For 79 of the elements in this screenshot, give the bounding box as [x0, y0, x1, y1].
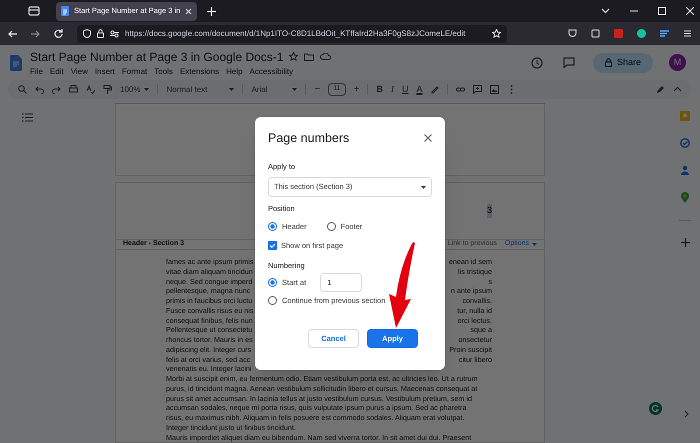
menu-item[interactable]: Format	[122, 66, 148, 78]
share-button[interactable]: Share	[592, 52, 653, 72]
radio-button[interactable]	[326, 222, 336, 232]
dialog-title: Page numbers	[268, 130, 350, 147]
menu-item[interactable]: Edit	[50, 66, 64, 78]
underline-button[interactable]: U	[402, 82, 408, 96]
caret-icon	[421, 186, 426, 188]
maximize-icon[interactable]	[658, 7, 666, 15]
checkbox[interactable]	[268, 240, 277, 250]
grammarly-icon[interactable]	[649, 402, 662, 415]
radio-button[interactable]	[268, 222, 277, 232]
close-icon[interactable]	[424, 134, 432, 142]
extensions-icon[interactable]	[591, 29, 600, 38]
image-icon[interactable]	[490, 85, 500, 94]
menu-item[interactable]: File	[30, 66, 43, 78]
link-icon[interactable]	[456, 85, 466, 94]
menu-item[interactable]: View	[70, 66, 88, 78]
caret-icon	[532, 243, 537, 246]
italic-button[interactable]: I	[390, 82, 394, 96]
tasks-icon[interactable]	[680, 138, 690, 148]
add-icon[interactable]	[680, 238, 690, 247]
font-select[interactable]: Arial	[251, 84, 298, 96]
avatar[interactable]: M	[669, 54, 686, 71]
permissions-icon	[110, 30, 119, 38]
lock-icon	[604, 58, 612, 67]
radio-button[interactable]	[268, 278, 277, 287]
menu-item[interactable]: Tools	[154, 66, 173, 78]
pocket-icon[interactable]	[568, 29, 577, 38]
url-text: https://docs.google.com/document/d/1Np1ITO-C8D1LBdOit_KTffaIrd2Ha3F0gS8zJComeLE/edit	[125, 28, 466, 40]
menu-icon[interactable]	[683, 29, 692, 38]
radio-button[interactable]	[268, 296, 277, 306]
paint-format-icon[interactable]	[103, 85, 112, 94]
outline-icon[interactable]	[22, 113, 33, 122]
folder-icon[interactable]	[304, 52, 314, 60]
contacts-icon[interactable]	[680, 165, 690, 175]
maps-pin-icon[interactable]	[681, 192, 689, 203]
bold-button[interactable]: B	[376, 82, 383, 96]
highlighter-icon[interactable]	[430, 85, 440, 94]
caret-icon	[144, 88, 150, 91]
menu-item[interactable]: Insert	[94, 66, 115, 78]
docs-logo-icon	[10, 54, 22, 70]
menu-item[interactable]: Accessibility	[250, 66, 294, 78]
style-select[interactable]: Normal text	[166, 84, 234, 96]
comment-icon[interactable]	[562, 57, 575, 68]
bars-icon[interactable]	[660, 29, 669, 38]
shield-icon	[83, 29, 91, 38]
print-icon[interactable]	[69, 85, 78, 94]
forward-icon[interactable]	[31, 30, 40, 38]
spellcheck-icon[interactable]	[86, 85, 95, 94]
back-icon[interactable]	[8, 30, 17, 38]
lock-icon	[97, 29, 104, 38]
reload-icon[interactable]	[54, 29, 63, 38]
text-color-button[interactable]: A	[416, 82, 422, 96]
chevron-right-icon[interactable]	[684, 410, 689, 418]
menu-item[interactable]: Extensions	[180, 66, 220, 78]
document-icon	[61, 6, 69, 16]
decrease-size-button[interactable]: −	[314, 82, 320, 97]
search-icon[interactable]	[18, 85, 27, 94]
address-bar[interactable]: https://docs.google.com/document/d/1Np1ITO-C8D1LBdOit_KTffaIrd2Ha3F0gS8zJComeLE/edit	[77, 24, 507, 42]
chevron-down-icon[interactable]	[601, 8, 610, 14]
document-title[interactable]: Start Page Number at Page 3 in Google Docs-1	[30, 48, 284, 66]
page-number: 3	[486, 204, 492, 218]
increase-size-button[interactable]: +	[354, 82, 360, 97]
star-icon[interactable]	[289, 52, 298, 61]
bookmark-star-icon[interactable]	[492, 29, 501, 38]
caret-icon	[229, 88, 234, 91]
zoom-select[interactable]: 100%	[120, 84, 150, 96]
tab-list-icon[interactable]	[28, 6, 40, 16]
redo-icon[interactable]	[52, 85, 61, 94]
caret-icon	[292, 88, 298, 91]
cloud-icon[interactable]	[320, 53, 332, 60]
undo-icon[interactable]	[35, 85, 44, 94]
menu-item[interactable]: Help	[226, 66, 243, 78]
new-tab-icon[interactable]	[207, 6, 216, 16]
collapse-icon[interactable]	[673, 85, 682, 94]
history-icon[interactable]	[530, 56, 543, 68]
add-comment-icon[interactable]	[473, 85, 482, 94]
pencil-icon[interactable]	[656, 85, 665, 94]
grammarly-icon[interactable]	[637, 29, 646, 38]
